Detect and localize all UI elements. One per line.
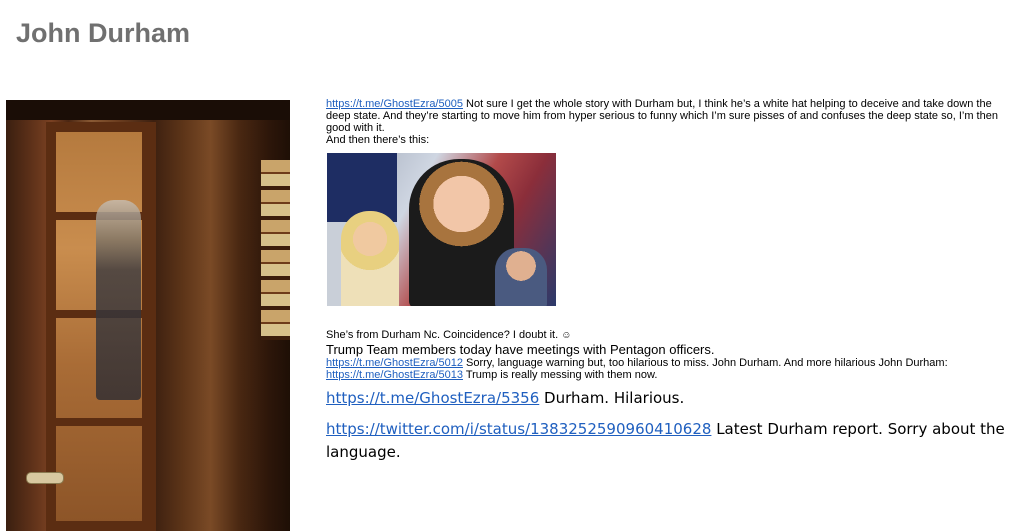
door-handle <box>26 472 64 484</box>
link-5356-line: https://t.me/GhostEzra/5356 Durham. Hila… <box>326 387 1016 410</box>
photo-top-band <box>6 100 290 120</box>
person-left <box>341 211 399 306</box>
ghostezra-5013-link[interactable]: https://t.me/GhostEzra/5013 <box>326 369 463 381</box>
text-5013: Trump is really messing with them now. <box>462 369 658 381</box>
twitter-status-link[interactable]: https://twitter.com/i/status/13832525909… <box>326 420 711 438</box>
text-5012: Sorry, language warning but, too hilario… <box>462 357 948 369</box>
caption-line: She’s from Durham Nc. Coincidence? I dou… <box>326 329 1016 342</box>
press-conference-photo <box>327 153 556 306</box>
twitter-line: https://twitter.com/i/status/13832525909… <box>326 418 1016 464</box>
person-silhouette <box>96 200 141 400</box>
smiley-icon: ☺ <box>561 330 572 341</box>
post-intro: https://t.me/GhostEzra/5005 Not sure I g… <box>326 98 1016 134</box>
person-right <box>495 248 547 306</box>
text-5356: Durham. Hilarious. <box>539 389 685 407</box>
bookshelf <box>261 160 290 340</box>
post-content: https://t.me/GhostEzra/5005 Not sure I g… <box>326 98 1016 464</box>
ghostezra-5005-link[interactable]: https://t.me/GhostEzra/5005 <box>326 98 463 110</box>
ghostezra-5356-link[interactable]: https://t.me/GhostEzra/5356 <box>326 389 539 407</box>
trump-team-line: Trump Team members today have meetings w… <box>326 342 715 357</box>
durham-doorway-photo <box>6 100 290 531</box>
caption-text: She’s from Durham Nc. Coincidence? I dou… <box>326 329 562 341</box>
page-title: John Durham <box>16 18 191 48</box>
links-5012-5013: https://t.me/GhostEzra/5012 Sorry, langu… <box>326 357 1016 381</box>
door-mullion <box>46 418 156 426</box>
ghostezra-5012-link[interactable]: https://t.me/GhostEzra/5012 <box>326 357 463 369</box>
post-and-then: And then there’s this: <box>326 134 430 146</box>
